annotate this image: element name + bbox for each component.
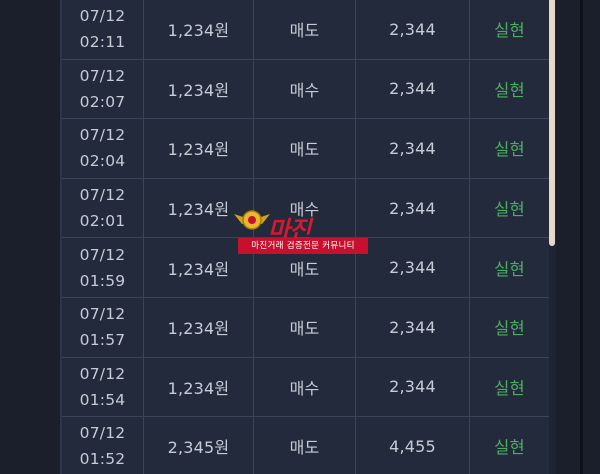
time-cell: 07/12 01:54: [62, 357, 144, 417]
time-text: 02:01: [79, 212, 126, 231]
date-text: 07/12: [79, 364, 126, 383]
qty-cell: 2,344: [356, 119, 470, 178]
status-cell: 실현: [494, 259, 525, 279]
date-text: 07/12: [79, 66, 126, 85]
qty-cell: 2,344: [356, 357, 470, 417]
time-text: 02:11: [79, 33, 126, 52]
table-row[interactable]: 07/12 01:57 1,234원 매도 2,344 실현: [62, 297, 549, 358]
status-cell: 실현: [494, 438, 525, 458]
qty-cell: 4,455: [356, 417, 470, 474]
price-cell: 1,234원: [144, 297, 254, 357]
time-cell: 07/12 01:52: [62, 417, 144, 474]
status-cell: 실현: [494, 200, 525, 220]
status-cell: 실현: [494, 21, 525, 41]
price-cell: 1,234원: [144, 119, 254, 178]
time-text: 02:04: [79, 152, 126, 171]
type-cell: 매도: [254, 119, 356, 178]
type-cell: 매수: [254, 59, 356, 119]
price-cell: 1,234원: [144, 357, 254, 417]
qty-cell: 2,344: [356, 178, 470, 238]
qty-cell: 2,344: [356, 297, 470, 357]
price-cell: 1,234원: [144, 59, 254, 119]
status-cell: 실현: [494, 80, 525, 100]
watermark-subtitle: 마진거래 검증전문 커뮤니티: [238, 238, 368, 254]
trade-history-view: 07/12 02:11 1,234원 매도 2,344 실현 07/12 02:…: [0, 0, 600, 474]
date-text: 07/12: [79, 126, 126, 145]
eagle-emblem-icon: [234, 210, 270, 230]
date-text: 07/12: [79, 186, 126, 205]
type-cell: 매도: [254, 0, 356, 59]
date-text: 07/12: [79, 305, 126, 324]
time-cell: 07/12 02:11: [62, 0, 144, 59]
date-text: 07/12: [79, 7, 126, 26]
type-cell: 매도: [254, 297, 356, 357]
price-cell: 2,345원: [144, 417, 254, 474]
date-text: 07/12: [79, 424, 126, 443]
date-text: 07/12: [79, 245, 126, 264]
time-text: 01:54: [79, 390, 126, 409]
status-cell: 실현: [494, 378, 525, 398]
qty-cell: 2,344: [356, 238, 470, 297]
type-cell: 매도: [254, 417, 356, 474]
type-cell: 매수: [254, 357, 356, 417]
time-text: 01:52: [79, 450, 126, 469]
qty-cell: 2,344: [356, 0, 470, 59]
table-row[interactable]: 07/12 02:07 1,234원 매수 2,344 실현: [62, 59, 549, 120]
time-cell: 07/12 01:57: [62, 297, 144, 357]
scrollbar-thumb[interactable]: [549, 0, 555, 246]
time-text: 01:57: [79, 331, 126, 350]
watermark-logo: 마진 마진거래 검증전문 커뮤니티: [232, 200, 372, 260]
status-cell: 실현: [494, 140, 525, 160]
time-cell: 07/12 01:59: [62, 238, 144, 297]
time-cell: 07/12 02:07: [62, 59, 144, 119]
status-cell: 실현: [494, 319, 525, 339]
time-text: 02:07: [79, 92, 126, 111]
table-row[interactable]: 07/12 02:04 1,234원 매도 2,344 실현: [62, 119, 549, 179]
price-cell: 1,234원: [144, 0, 254, 59]
table-row[interactable]: 07/12 01:52 2,345원 매도 4,455 실현: [62, 417, 549, 474]
frame-edge: [580, 0, 583, 474]
table-row[interactable]: 07/12 02:11 1,234원 매도 2,344 실현: [62, 0, 549, 60]
qty-cell: 2,344: [356, 59, 470, 119]
time-cell: 07/12 02:04: [62, 119, 144, 178]
table-row[interactable]: 07/12 01:54 1,234원 매수 2,344 실현: [62, 357, 549, 418]
time-cell: 07/12 02:01: [62, 178, 144, 238]
time-text: 01:59: [79, 271, 126, 290]
